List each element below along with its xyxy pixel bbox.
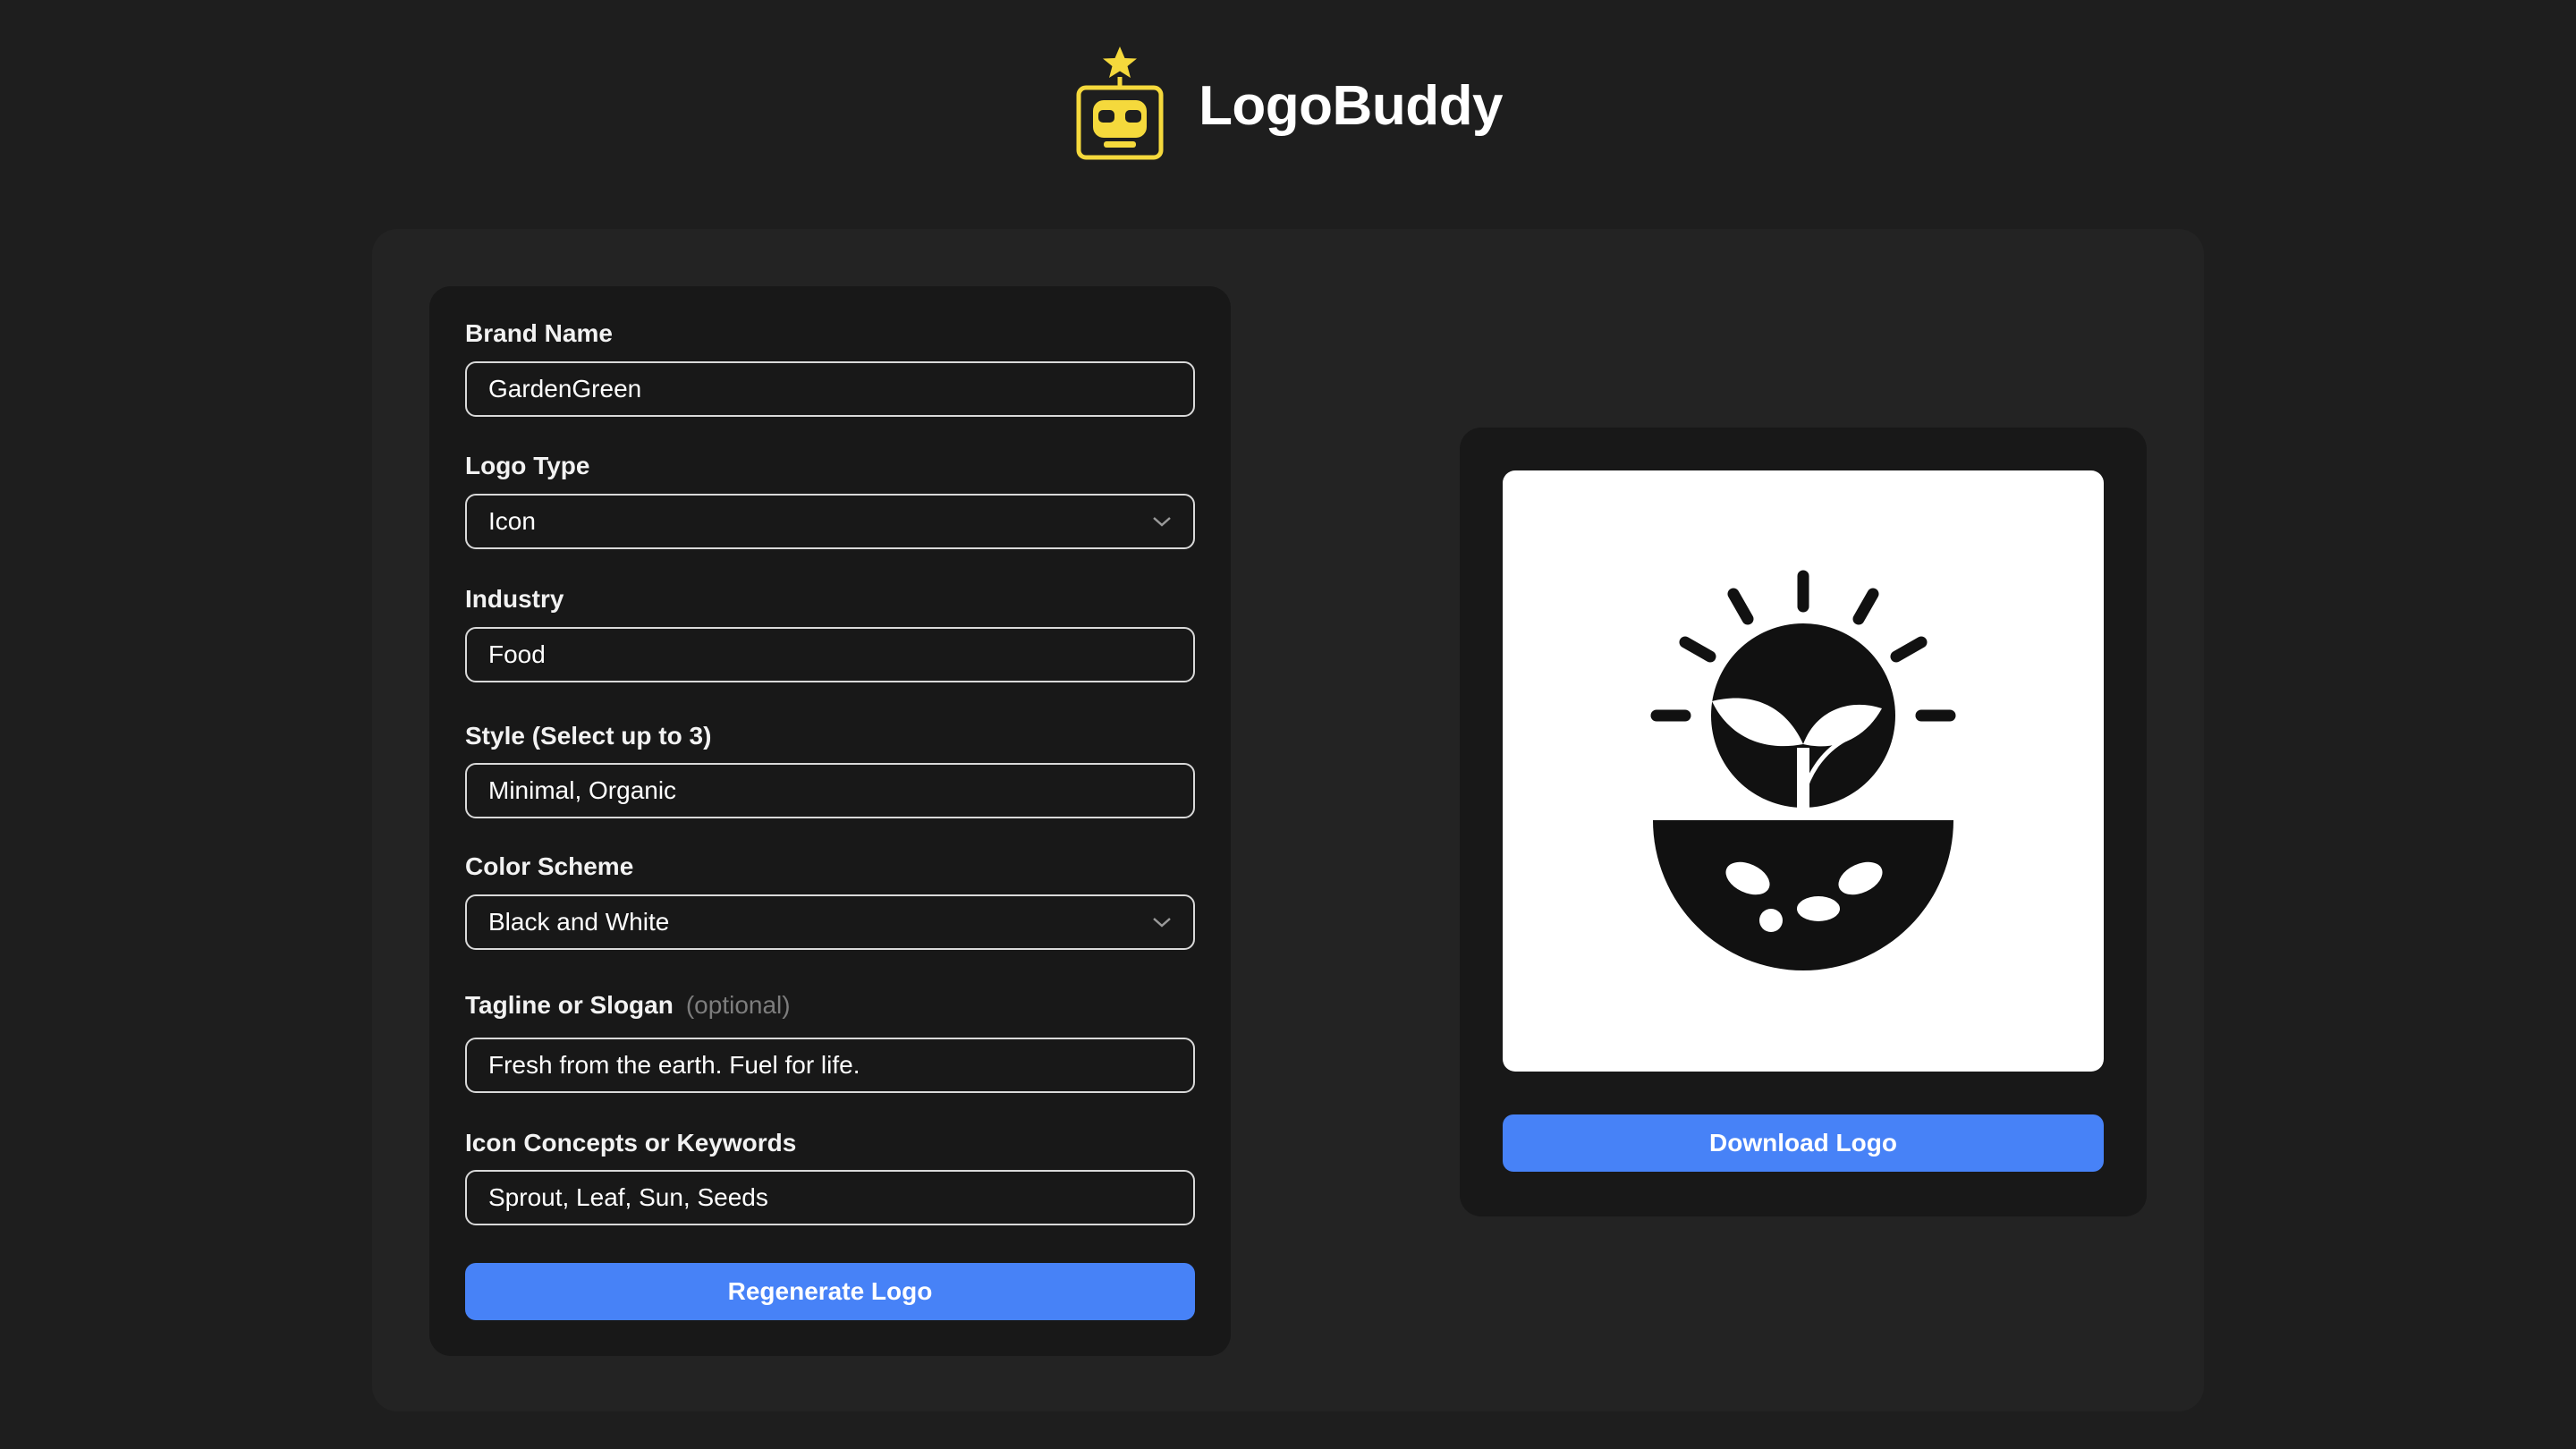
download-logo-button[interactable]: Download Logo <box>1503 1114 2104 1172</box>
logo-preview-image <box>1503 470 2104 1072</box>
app-header: LogoBuddy <box>0 45 2576 161</box>
icon-concepts-label: Icon Concepts or Keywords <box>465 1128 796 1158</box>
tagline-label-text: Tagline or Slogan <box>465 991 674 1019</box>
tagline-input[interactable]: Fresh from the earth. Fuel for life. <box>465 1038 1195 1093</box>
chevron-down-icon <box>1153 918 1171 928</box>
icon-concepts-label-text: Icon Concepts or Keywords <box>465 1129 797 1157</box>
app-title: LogoBuddy <box>1199 74 1503 137</box>
optional-hint: (optional) <box>685 991 791 1019</box>
industry-input[interactable]: Food <box>465 627 1195 682</box>
icon-concepts-value: Sprout, Leaf, Sun, Seeds <box>488 1183 768 1211</box>
sprout-sun-logo-icon <box>1650 570 1956 970</box>
style-label: Style (Select up to 3) <box>465 721 711 751</box>
color-scheme-select[interactable]: Black and White <box>465 894 1195 950</box>
brand-name-label-text: Brand Name <box>465 319 613 347</box>
style-label-text: Style (Select up to 3) <box>465 722 712 750</box>
logo-type-label-text: Logo Type <box>465 452 590 479</box>
industry-label-text: Industry <box>465 585 564 613</box>
tagline-value: Fresh from the earth. Fuel for life. <box>488 1051 860 1079</box>
style-input[interactable]: Minimal, Organic <box>465 763 1195 818</box>
brand-name-label: Brand Name <box>465 318 613 349</box>
industry-label: Industry <box>465 584 564 614</box>
download-logo-label: Download Logo <box>1709 1129 1897 1157</box>
logo-type-select[interactable]: Icon <box>465 494 1195 549</box>
logo-type-value: Icon <box>488 507 536 535</box>
chevron-down-icon <box>1153 517 1171 527</box>
logo-type-label: Logo Type <box>465 451 589 481</box>
regenerate-logo-label: Regenerate Logo <box>727 1277 933 1305</box>
tagline-label: Tagline or Slogan (optional) <box>465 990 791 1021</box>
regenerate-logo-button[interactable]: Regenerate Logo <box>465 1263 1195 1320</box>
color-scheme-label: Color Scheme <box>465 852 633 882</box>
brand-name-value: GardenGreen <box>488 375 642 402</box>
color-scheme-value: Black and White <box>488 908 670 936</box>
icon-concepts-input[interactable]: Sprout, Leaf, Sun, Seeds <box>465 1170 1195 1225</box>
robot-star-icon <box>1076 47 1164 160</box>
industry-value: Food <box>488 640 546 668</box>
style-value: Minimal, Organic <box>488 776 677 804</box>
brand-name-input[interactable]: GardenGreen <box>465 361 1195 417</box>
color-scheme-label-text: Color Scheme <box>465 852 634 880</box>
